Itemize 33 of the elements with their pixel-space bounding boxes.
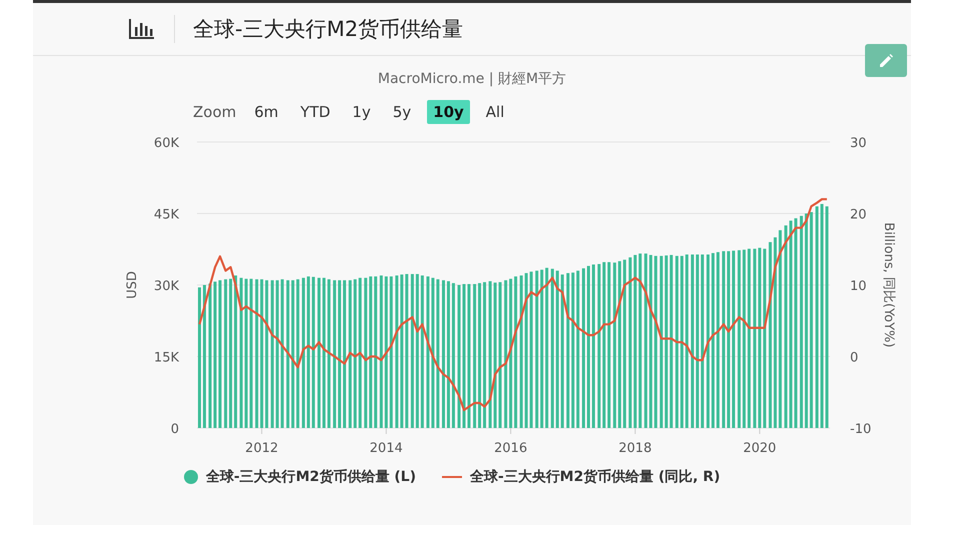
axis-title: Billions, 同比(YoY%) xyxy=(881,222,896,348)
axis-tick-label: 0 xyxy=(850,350,858,366)
zoom-range-button[interactable]: All xyxy=(480,100,510,124)
legend-line-icon xyxy=(442,476,462,478)
axis-tick-label: 45K xyxy=(154,208,179,222)
credits-text: MacroMicro.me | 財經M平方 xyxy=(378,71,566,87)
axis-tick-label: 15K xyxy=(154,350,179,366)
axis-tick-label: 30K xyxy=(154,279,179,294)
zoom-range-button[interactable]: 1y xyxy=(346,100,377,124)
bar-chart-icon xyxy=(128,19,154,39)
axis-tick-label: 0 xyxy=(170,422,179,437)
edit-button[interactable] xyxy=(865,44,907,77)
legend-label[interactable]: 全球-三大央行M2货币供给量 (同比, R) xyxy=(470,468,720,486)
axis-tick-label: 2016 xyxy=(494,441,528,456)
axis-tick-label: 2012 xyxy=(245,441,278,456)
legend-dot-icon xyxy=(184,470,198,484)
axis-tick-label: -10 xyxy=(850,422,872,437)
axis-tick-label: 2014 xyxy=(370,441,403,456)
axis-tick-label: 10 xyxy=(850,279,867,294)
zoom-range-button[interactable]: 5y xyxy=(386,100,418,124)
axis-tick-label: 20 xyxy=(850,208,867,222)
zoom-range-button[interactable]: 6m xyxy=(248,100,284,124)
chart-title: 全球-三大央行M2货币供给量 xyxy=(193,16,464,43)
zoom-range-button[interactable]: YTD xyxy=(294,100,336,124)
axis-tick-label: 60K xyxy=(154,136,179,151)
axis-tick-label: 2020 xyxy=(743,441,776,456)
zoom-range-button[interactable]: 10y xyxy=(427,100,470,124)
legend-label[interactable]: 全球-三大央行M2货币供给量 (L) xyxy=(206,468,416,486)
zoom-label: Zoom xyxy=(193,103,236,121)
axis-tick-label: 30 xyxy=(850,136,867,151)
axis-title: USD xyxy=(125,271,140,299)
axis-tick-label: 2018 xyxy=(618,441,652,456)
pencil-icon xyxy=(878,52,894,68)
